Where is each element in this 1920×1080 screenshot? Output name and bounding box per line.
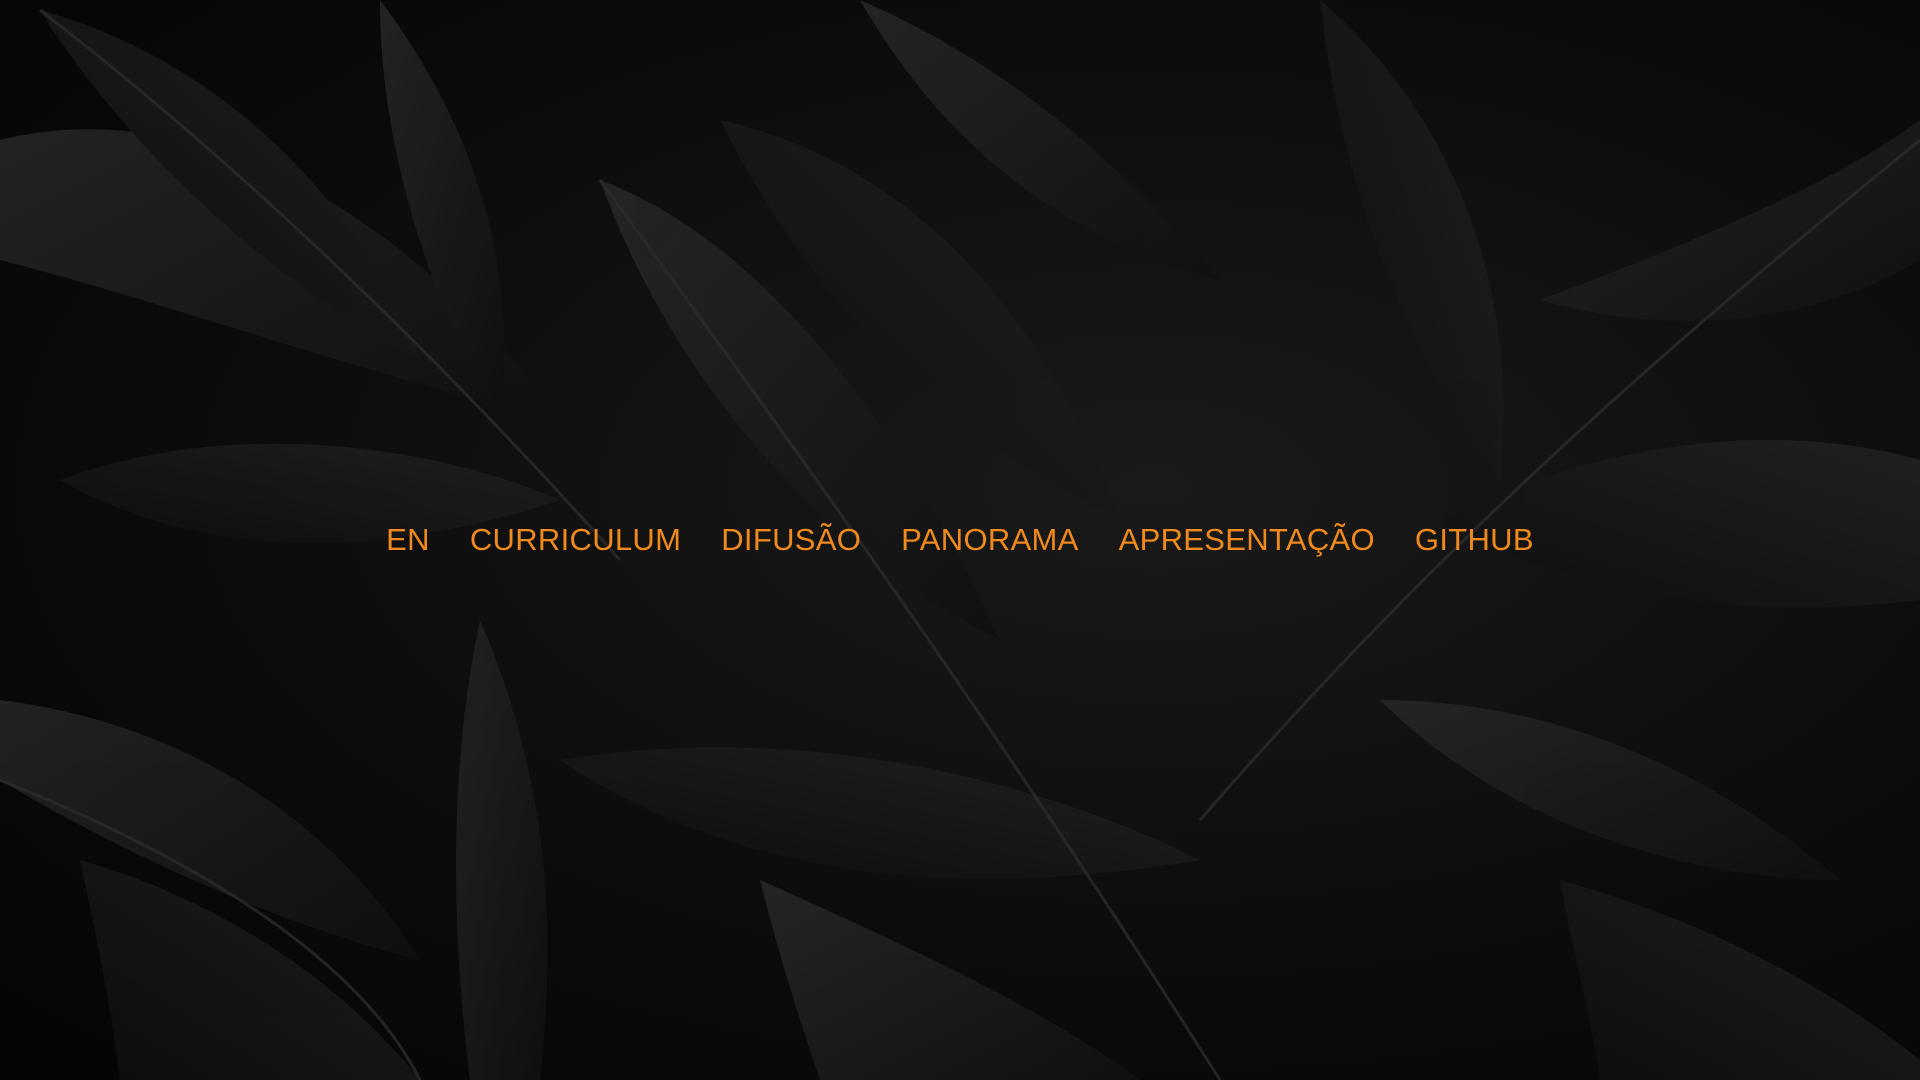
nav-link-difusao[interactable]: DIFUSÃO xyxy=(721,520,861,560)
nav-link-language-en[interactable]: EN xyxy=(386,520,430,560)
leaf-shape xyxy=(0,620,548,1080)
nav-link-apresentacao[interactable]: APRESENTAÇÃO xyxy=(1119,520,1375,560)
nav-link-panorama[interactable]: PANORAMA xyxy=(901,520,1079,560)
main-nav: EN CURRICULUM DIFUSÃO PANORAMA APRESENTA… xyxy=(0,520,1920,560)
leaf-shape xyxy=(0,0,560,543)
nav-link-curriculum[interactable]: CURRICULUM xyxy=(470,520,681,560)
page-background: EN CURRICULUM DIFUSÃO PANORAMA APRESENTA… xyxy=(0,0,1920,1080)
nav-link-github[interactable]: GITHUB xyxy=(1415,520,1534,560)
